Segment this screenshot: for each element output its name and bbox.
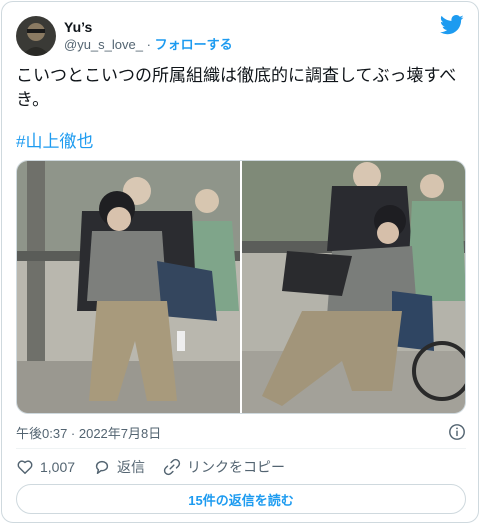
tweet-header: Yu’s @yu_s_love_ · フォローする (16, 14, 464, 58)
hashtag-link[interactable]: #山上徹也 (16, 130, 93, 154)
avatar[interactable] (16, 16, 56, 56)
user-handle[interactable]: @yu_s_love_ (64, 37, 143, 52)
heart-icon (17, 460, 33, 475)
like-count: 1,007 (40, 459, 76, 475)
display-name[interactable]: Yu’s (64, 18, 233, 36)
twitter-bird-icon[interactable] (440, 14, 464, 36)
timestamp[interactable]: 午後0:37 · 2022年7月8日 (16, 423, 161, 442)
action-bar: 1,007 返信 リンクをコピー (16, 456, 303, 478)
info-icon[interactable] (448, 423, 466, 441)
tweet-media[interactable] (16, 160, 466, 414)
photo-right[interactable] (242, 161, 465, 413)
copy-link-button[interactable]: リンクをコピー (163, 457, 285, 477)
reply-icon (95, 460, 109, 475)
tweet-meta: 午後0:37 · 2022年7月8日 (16, 422, 466, 442)
read-replies-button[interactable]: 15件の返信を読む (16, 484, 466, 514)
handle-row: @yu_s_love_ · フォローする (64, 36, 233, 54)
tweet-card: Yu’s @yu_s_love_ · フォローする こいつとこいつの所属組織は徹… (1, 1, 479, 523)
like-button[interactable]: 1,007 (16, 458, 75, 476)
divider (16, 448, 466, 449)
link-icon (163, 458, 181, 476)
tweet-text: こいつとこいつの所属組織は徹底的に調査してぶっ壊すべき。 (16, 66, 457, 109)
copy-link-label: リンクをコピー (187, 459, 286, 475)
reply-label: 返信 (117, 459, 146, 475)
follow-button[interactable]: フォローする (155, 37, 233, 52)
separator: · (146, 37, 151, 52)
user-names: Yu’s @yu_s_love_ · フォローする (64, 18, 233, 54)
reply-button[interactable]: 返信 (93, 457, 145, 477)
photo-left[interactable] (17, 161, 240, 413)
